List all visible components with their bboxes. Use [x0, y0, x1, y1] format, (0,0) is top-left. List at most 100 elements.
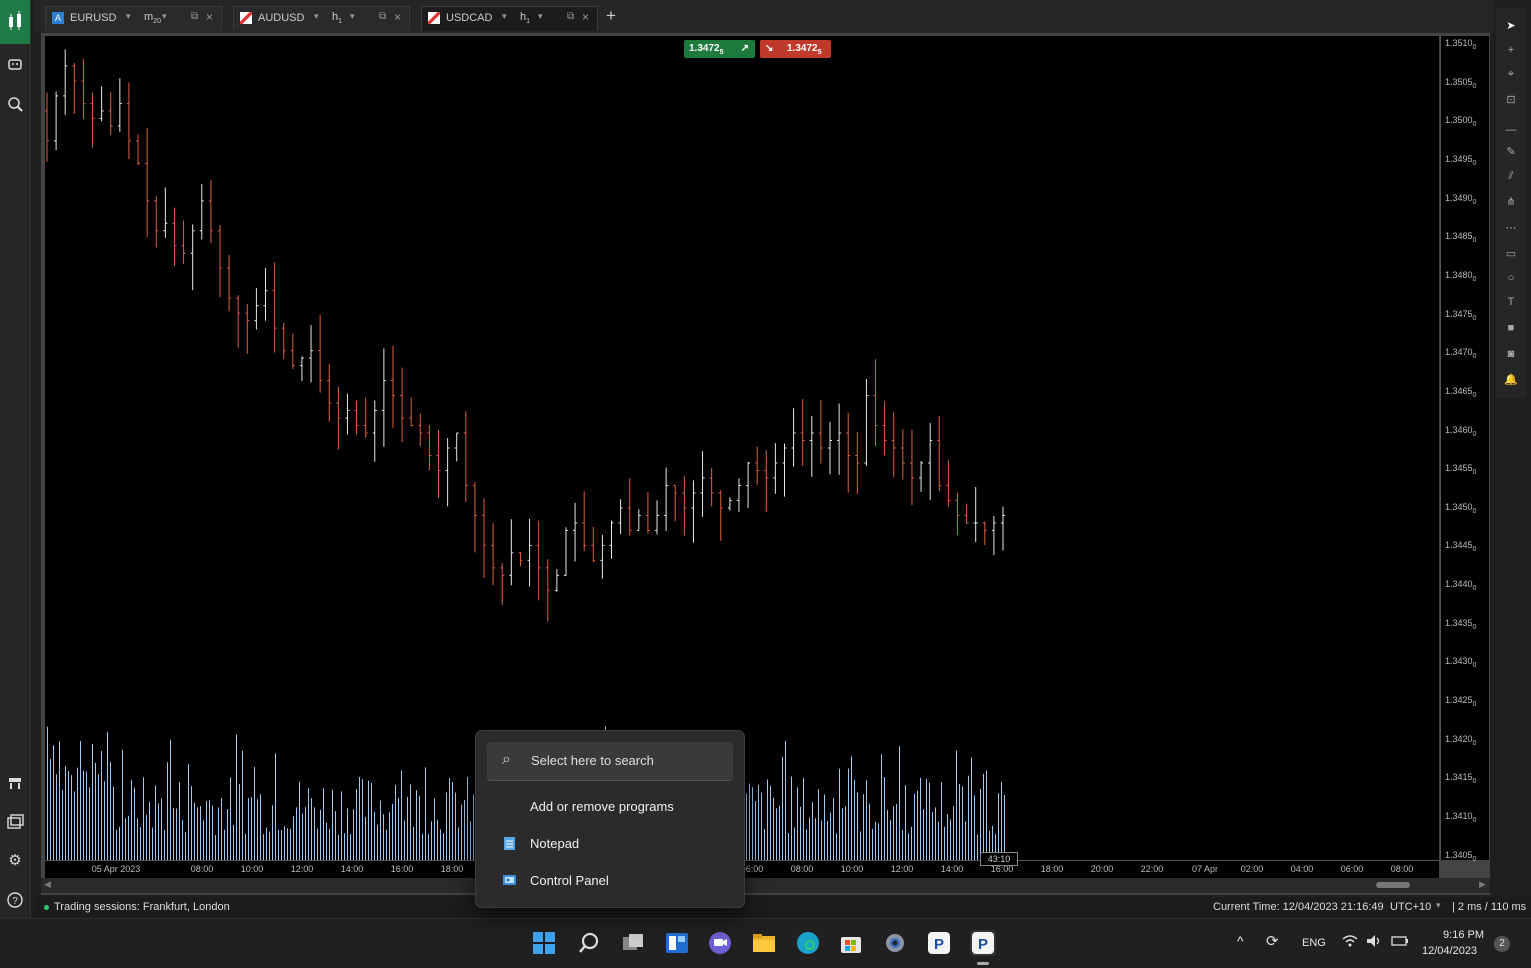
volume-bar: [215, 834, 216, 860]
timeframe-dropdown-icon[interactable]: ▾: [350, 11, 355, 22]
scroll-right-icon[interactable]: ▶: [1479, 879, 1486, 890]
fibonacci-tool-icon[interactable]: ⫽: [1496, 166, 1526, 186]
new-tab-button[interactable]: +: [606, 6, 616, 26]
copy-icon[interactable]: [5, 812, 25, 832]
alert-tool-icon[interactable]: 🔔: [1496, 370, 1526, 390]
magnet-tool-icon[interactable]: ⌖: [1496, 64, 1526, 84]
market-icon[interactable]: [5, 773, 25, 793]
tab-usdcad[interactable]: USDCAD ▾ h1 ▾ ⧉ ×: [421, 6, 598, 31]
notification-badge[interactable]: 2: [1494, 936, 1510, 952]
candle: [791, 408, 796, 467]
file-explorer-icon[interactable]: [751, 930, 777, 956]
ctrader-active-app-icon[interactable]: P: [970, 930, 996, 956]
edge-browser-icon[interactable]: [795, 930, 821, 956]
buy-price-button[interactable]: ↘ 1.34725: [760, 40, 831, 58]
widgets-icon[interactable]: [664, 930, 690, 956]
detach-icon[interactable]: ⧉: [379, 11, 386, 22]
task-view-icon[interactable]: [620, 930, 646, 956]
language-indicator[interactable]: ENG: [1302, 937, 1326, 949]
circle-tool-icon[interactable]: ○: [1496, 268, 1526, 288]
sync-icon[interactable]: ⟳: [1266, 932, 1279, 950]
chart-scrollbar[interactable]: [41, 878, 1490, 893]
camera-tool-icon[interactable]: ◙: [1496, 344, 1526, 364]
candle: [909, 429, 914, 505]
timeframe-dropdown-icon[interactable]: ▾: [162, 11, 167, 22]
volume-bar: [794, 827, 795, 860]
volume-bar: [932, 812, 933, 860]
timeframe-selector[interactable]: h1: [332, 11, 342, 25]
volume-bar: [101, 751, 102, 860]
volume-bar: [353, 809, 354, 860]
menu-item-notepad[interactable]: Notepad: [486, 829, 734, 859]
grid-tool-icon[interactable]: ⋯: [1496, 218, 1526, 238]
volume-bar: [455, 792, 456, 860]
timeframe-selector[interactable]: m20: [144, 11, 161, 25]
close-icon[interactable]: ×: [206, 10, 213, 24]
price-tick-label: 1.34100: [1445, 811, 1477, 824]
menu-item-control-panel[interactable]: Control Panel: [486, 866, 734, 896]
menu-item-add-remove-programs[interactable]: Add or remove programs: [486, 792, 734, 822]
chevron-up-icon[interactable]: ^: [1237, 933, 1244, 949]
clock-time[interactable]: 9:16 PM: [1432, 929, 1484, 941]
candle: [409, 397, 414, 427]
timeframe-selector[interactable]: h1: [520, 11, 530, 25]
volume-bar: [917, 790, 918, 860]
tab-audusd[interactable]: AUDUSD ▾ h1 ▾ ⧉ ×: [233, 6, 410, 31]
scroll-left-icon[interactable]: ◀: [44, 879, 51, 890]
settings-app-icon[interactable]: [882, 930, 908, 956]
pitchfork-tool-icon[interactable]: ⋔: [1496, 192, 1526, 212]
symbol-dropdown-icon[interactable]: ▾: [502, 11, 507, 22]
symbol-dropdown-icon[interactable]: ▾: [126, 11, 131, 22]
timezone-dropdown-icon[interactable]: ▾: [1436, 900, 1441, 911]
time-tick-label: 18:00: [1040, 864, 1064, 874]
teams-chat-icon[interactable]: [707, 930, 733, 956]
trade-icon[interactable]: [0, 0, 30, 44]
search-input[interactable]: ⌕ Select here to search: [487, 742, 733, 781]
candle: [181, 220, 186, 264]
clock-date[interactable]: 12/04/2023: [1422, 945, 1477, 957]
detach-icon[interactable]: ⧉: [191, 11, 198, 22]
detach-icon[interactable]: ⧉: [567, 11, 574, 22]
candle: [891, 412, 896, 478]
text-tool-icon[interactable]: T: [1496, 292, 1526, 312]
search-icon[interactable]: [576, 930, 602, 956]
bot-icon[interactable]: [5, 54, 25, 74]
settings-icon[interactable]: ⚙: [5, 851, 25, 871]
scrollbar-thumb[interactable]: [1376, 882, 1410, 888]
timeframe-dropdown-icon[interactable]: ▾: [538, 11, 543, 22]
store-icon[interactable]: [838, 930, 864, 956]
start-icon[interactable]: [531, 930, 557, 956]
battery-icon[interactable]: [1391, 935, 1409, 950]
volume-bar: [749, 783, 750, 860]
audusd-flag-icon: [240, 12, 252, 24]
help-icon[interactable]: ?: [5, 890, 25, 910]
zoom-analyze-icon[interactable]: [5, 94, 25, 114]
fill-tool-icon[interactable]: ■: [1496, 318, 1526, 338]
close-icon[interactable]: ×: [394, 10, 401, 24]
volume-icon[interactable]: [1366, 934, 1382, 951]
volume-bar: [287, 828, 288, 860]
crosshair-tool-icon[interactable]: +: [1496, 40, 1526, 60]
usdcad-flag-icon: [428, 12, 440, 24]
pen-tool-icon[interactable]: ✎: [1496, 142, 1526, 162]
volume-bar: [107, 731, 108, 860]
wifi-icon[interactable]: [1342, 934, 1358, 951]
cursor-tool-icon[interactable]: ➤: [1496, 16, 1526, 36]
timezone-selector[interactable]: UTC+10: [1390, 901, 1431, 913]
close-icon[interactable]: ×: [582, 10, 589, 24]
symbol-dropdown-icon[interactable]: ▾: [314, 11, 319, 22]
volume-bar: [149, 801, 150, 860]
candle: [72, 63, 77, 114]
rectangle-tool-icon[interactable]: ▭: [1496, 244, 1526, 264]
eurusd-flag-icon: A: [52, 12, 64, 24]
zoom-tool-icon[interactable]: ⊡: [1496, 90, 1526, 110]
volume-bar: [209, 799, 210, 860]
active-app-indicator: [977, 962, 989, 965]
volume-bar: [164, 829, 165, 860]
price-axis[interactable]: 1.35100 1.35050 1.35000 1.34950 1.34900 1.348…: [1440, 36, 1489, 862]
line-tool-icon[interactable]: —: [1496, 120, 1526, 140]
volume-bar: [65, 765, 66, 860]
ctrader-app-icon[interactable]: P: [926, 930, 952, 956]
sell-price-button[interactable]: 1.34725 ↗: [684, 40, 755, 58]
tab-eurusd[interactable]: A EURUSD ▾ m20 ▾ ⧉ ×: [45, 6, 222, 31]
